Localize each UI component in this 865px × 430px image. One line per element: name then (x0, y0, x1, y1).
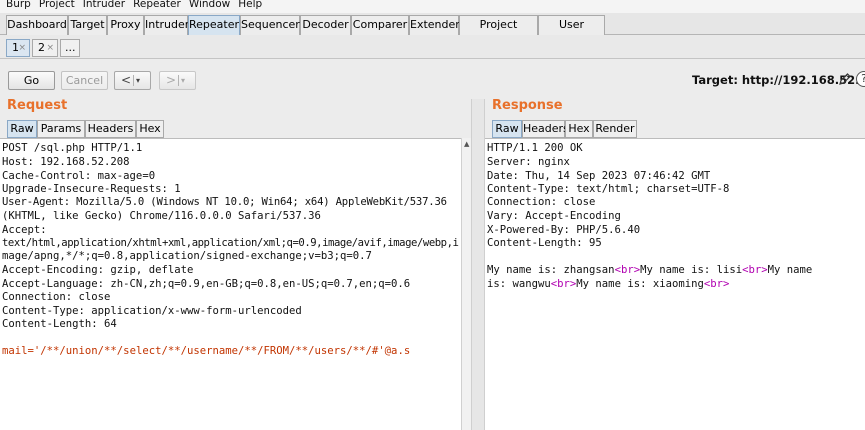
menu-window[interactable]: Window (189, 0, 230, 9)
request-editor[interactable]: POST /sql.php HTTP/1.1 Host: 192.168.52.… (0, 138, 461, 430)
request-tab-hex[interactable]: Hex (136, 120, 164, 138)
response-tab-render[interactable]: Render (593, 120, 637, 138)
body-param-value: ='/**/union/**/select/**/username/**/FRO… (27, 345, 411, 357)
request-tab-raw[interactable]: Raw (7, 120, 37, 138)
response-text: My name is: xiaoming (576, 278, 704, 290)
br-tag: <br> (703, 278, 730, 290)
menu-intruder[interactable]: Intruder (83, 0, 125, 9)
response-body-line: is: wangwu<br>My name is: xiaoming<br> (487, 278, 729, 291)
repeater-tab-2-label: 2 (38, 41, 45, 54)
response-line: Server: nginx (487, 156, 570, 168)
forward-button[interactable]: > ▾ (159, 71, 196, 90)
chevron-down-icon[interactable]: ▾ (181, 73, 185, 89)
request-body: mail='/**/union/**/select/**/username/**… (2, 345, 410, 358)
response-tab-hex[interactable]: Hex (565, 120, 593, 138)
tab-intruder[interactable]: Intruder (144, 15, 189, 35)
menu-repeater[interactable]: Repeater (133, 0, 181, 9)
request-line: (KHTML, like Gecko) Chrome/116.0.0.0 Saf… (2, 210, 321, 222)
response-text: My name is: lisi (640, 264, 743, 276)
request-line: Accept-Encoding: gzip, deflate (2, 264, 194, 276)
response-line: X-Powered-By: PHP/5.6.40 (487, 224, 641, 236)
menu-help[interactable]: Help (238, 0, 262, 9)
button-separator (133, 75, 134, 86)
tab-proxy[interactable]: Proxy (107, 15, 144, 35)
response-line: Vary: Accept-Encoding (487, 210, 621, 222)
request-line: User-Agent: Mozilla/5.0 (Windows NT 10.0… (2, 196, 447, 208)
response-tab-headers[interactable]: Headers (522, 120, 569, 138)
request-title: Request (7, 98, 68, 113)
close-icon[interactable]: × (46, 40, 54, 56)
menu-project[interactable]: Project (39, 0, 75, 9)
request-line: POST /sql.php HTTP/1.1 (2, 142, 143, 154)
tab-dashboard[interactable]: Dashboard (6, 15, 68, 35)
request-tab-headers[interactable]: Headers (85, 120, 136, 138)
request-line: text/html,application/xhtml+xml,applicat… (2, 237, 459, 249)
tab-decoder[interactable]: Decoder (300, 15, 351, 35)
main-tab-bar: Dashboard Target Proxy Intruder Repeater… (0, 13, 865, 49)
scroll-up-icon[interactable]: ▲ (464, 140, 469, 148)
request-line: Accept: (2, 224, 47, 236)
button-separator (178, 75, 179, 86)
response-line: Content-Type: text/html; charset=UTF-8 (487, 183, 730, 195)
response-line: Date: Thu, 14 Sep 2023 07:46:42 GMT (487, 170, 711, 182)
menu-bar: Burp Project Intruder Repeater Window Help (0, 0, 865, 13)
tab-comparer[interactable]: Comparer (351, 15, 409, 35)
response-line: HTTP/1.1 200 OK (487, 142, 583, 154)
response-line: Content-Length: 95 (487, 237, 602, 249)
repeater-tab-bar: 1 × 2 × ... (0, 35, 865, 59)
close-icon[interactable]: × (18, 40, 26, 56)
tab-sequencer[interactable]: Sequencer (240, 15, 300, 35)
br-tag: <br> (550, 278, 577, 290)
request-line: Connection: close (2, 291, 111, 303)
response-body-line: My name is: zhangsan<br>My name is: lisi… (487, 264, 812, 277)
response-tab-raw[interactable]: Raw (492, 120, 522, 138)
response-title: Response (492, 98, 563, 113)
response-text: My name (767, 264, 813, 276)
response-line: Connection: close (487, 196, 596, 208)
menu-burp[interactable]: Burp (6, 0, 31, 9)
br-tag: <br> (614, 264, 641, 276)
response-text: My name is: zhangsan (487, 264, 615, 276)
response-editor[interactable]: HTTP/1.1 200 OK Server: nginx Date: Thu,… (485, 138, 865, 430)
request-line: mage/apng,*/*;q=0.8,application/signed-e… (2, 250, 372, 262)
chevron-right-icon: > (166, 73, 177, 87)
tab-extender[interactable]: Extender (409, 15, 460, 35)
split-pane-divider[interactable] (471, 99, 485, 430)
cancel-button[interactable]: Cancel (61, 71, 108, 90)
tab-project-options[interactable]: Project options (459, 15, 538, 49)
help-icon[interactable]: ? (856, 71, 865, 87)
chevron-left-icon: < (121, 73, 132, 87)
new-tab-button[interactable]: ... (60, 39, 80, 57)
tab-repeater[interactable]: Repeater (188, 15, 240, 35)
back-button[interactable]: < ▾ (114, 71, 151, 90)
request-line: Host: 192.168.52.208 (2, 156, 130, 168)
request-line: Upgrade-Insecure-Requests: 1 (2, 183, 181, 195)
tab-target[interactable]: Target (68, 15, 107, 35)
repeater-tab-1[interactable]: 1 × (6, 39, 30, 57)
request-line: Accept-Language: zh-CN,zh;q=0.9,en-GB;q=… (2, 278, 411, 290)
chevron-down-icon[interactable]: ▾ (136, 73, 140, 89)
request-tab-params[interactable]: Params (37, 120, 85, 138)
pencil-icon[interactable] (838, 72, 852, 86)
body-param-name: mail (2, 345, 28, 357)
request-line: Content-Length: 64 (2, 318, 117, 330)
response-text: is: wangwu (487, 278, 551, 290)
br-tag: <br> (742, 264, 768, 276)
request-line: Content-Type: application/x-www-form-url… (2, 305, 302, 317)
tab-user-options[interactable]: User options (538, 15, 605, 49)
repeater-tab-2[interactable]: 2 × (32, 39, 58, 57)
go-button[interactable]: Go (8, 71, 55, 90)
request-line: Cache-Control: max-age=0 (2, 170, 156, 182)
